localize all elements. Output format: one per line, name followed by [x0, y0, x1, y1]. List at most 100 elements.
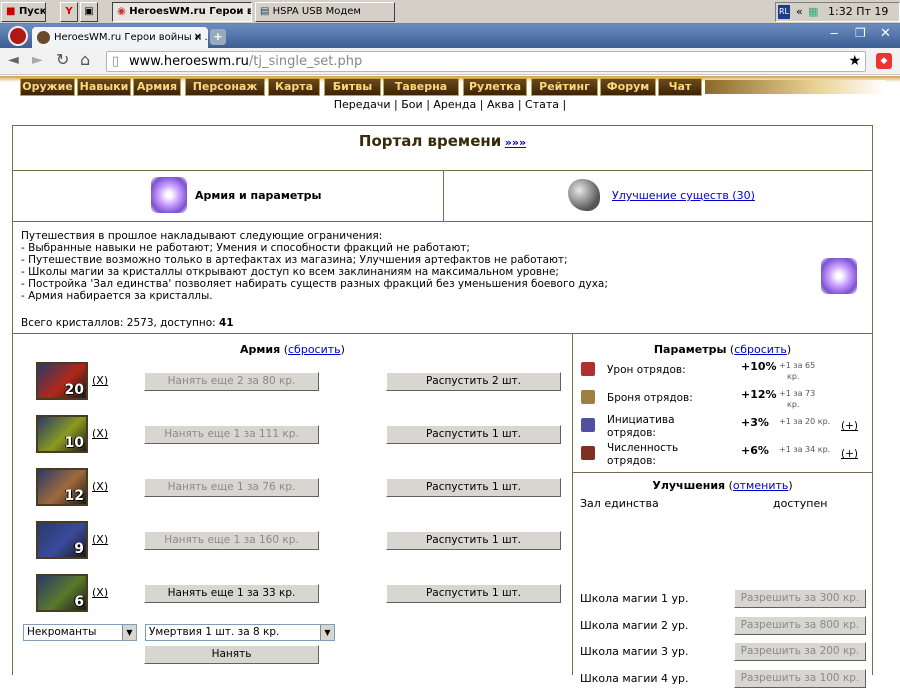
system-tray: RL « ▦ 1:32 Пт 19 — [775, 2, 900, 22]
tab-upgrade-creatures[interactable]: Улучшение существ (30) — [443, 170, 873, 222]
dismiss-button[interactable]: Распустить 1 шт. — [386, 425, 561, 444]
hire-more-button[interactable]: Нанять еще 1 за 76 кр. — [144, 478, 319, 497]
menu-item-9[interactable]: Форум — [600, 78, 656, 96]
creature-select[interactable]: Умертвия 1 шт. за 8 кр. ▼ — [145, 624, 335, 641]
dismiss-button[interactable]: Распустить 1 шт. — [386, 584, 561, 603]
dismiss-button[interactable]: Распустить 1 шт. — [386, 478, 561, 497]
allow-school-button[interactable]: Разрешить за 300 кр. — [734, 589, 866, 608]
extension-icon[interactable]: ◆ — [876, 53, 892, 69]
restriction-line: - Путешествие возможно только в артефакт… — [21, 254, 568, 266]
school-label: Школа магии 4 ур. — [580, 671, 689, 685]
upgrades-cancel-link[interactable]: отменить — [733, 479, 788, 492]
restore-window-icon[interactable]: ❐ — [855, 26, 866, 40]
hire-more-button[interactable]: Нанять еще 2 за 80 кр. — [144, 372, 319, 391]
remove-unit-link[interactable]: (X) — [92, 586, 108, 599]
tab-army-params[interactable]: Армия и параметры — [12, 170, 444, 222]
param-cost-line: кр. — [787, 372, 800, 381]
unit-portrait[interactable]: 6 — [36, 574, 88, 612]
hall-status: доступен — [773, 497, 828, 510]
param-value: +6% — [741, 444, 769, 457]
crystals-total: Всего кристаллов: 2573, доступно: 41 — [21, 317, 234, 329]
param-cost-line: +1 за 34 кр. — [779, 445, 831, 454]
forward-icon[interactable]: ► — [32, 52, 43, 68]
home-icon[interactable]: ⌂ — [80, 50, 90, 69]
tab-heroeswm[interactable]: HeroesWM.ru Герои войны и ... ✕ — [32, 27, 208, 48]
browser-icon: ◉ — [117, 6, 126, 17]
menu-item-3[interactable]: Персонаж — [185, 78, 265, 96]
menu-item-0[interactable]: Оружие — [20, 78, 75, 96]
bookmark-star-icon[interactable]: ★ — [848, 52, 861, 71]
new-tab-button[interactable]: + — [210, 29, 226, 45]
reload-icon[interactable]: ↻ — [56, 50, 69, 69]
language-indicator[interactable]: RL — [778, 5, 791, 19]
menu-item-8[interactable]: Рейтинг — [531, 78, 598, 96]
submenu-separator: | — [390, 98, 402, 111]
menu-item-1[interactable]: Навыки — [77, 78, 131, 96]
hire-more-button[interactable]: Нанять еще 1 за 33 кр. — [144, 584, 319, 603]
remove-unit-link[interactable]: (X) — [92, 480, 108, 493]
param-increase-link[interactable]: (+) — [841, 420, 858, 433]
browser-logo-icon[interactable] — [8, 26, 28, 46]
param-increase-link[interactable]: (+) — [841, 448, 858, 461]
params-panel: Параметры (сбросить) Урон отрядов: +10% +1… — [572, 333, 873, 473]
submenu-link-4[interactable]: Стата — [525, 98, 559, 111]
close-window-icon[interactable]: ✕ — [880, 26, 891, 41]
remove-unit-link[interactable]: (X) — [92, 427, 108, 440]
unit-portrait[interactable]: 12 — [36, 468, 88, 506]
back-icon[interactable]: ◄ — [8, 52, 19, 68]
faction-select[interactable]: Некроманты ▼ — [23, 624, 137, 641]
taskbar-item-modem[interactable]: ▤ HSPA USB Модем — [255, 2, 395, 22]
submenu-link-2[interactable]: Аренда — [433, 98, 476, 111]
allow-school-button[interactable]: Разрешить за 200 кр. — [734, 642, 866, 661]
unit-portrait[interactable]: 10 — [36, 415, 88, 453]
unit-count: 12 — [64, 488, 84, 504]
remove-unit-link[interactable]: (X) — [92, 374, 108, 387]
param-label-line: отрядов: — [607, 455, 656, 467]
submenu-link-1[interactable]: Бои — [401, 98, 422, 111]
hire-button[interactable]: Нанять — [144, 645, 319, 664]
param-cost: +1 за 65 кр. — [779, 360, 815, 382]
param-label-line: Инициатива — [607, 414, 675, 426]
param-cost-line: +1 за 20 кр. — [779, 417, 831, 426]
initiative-icon — [581, 418, 595, 432]
crystal-icon — [151, 177, 187, 213]
dismiss-button[interactable]: Распустить 2 шт. — [386, 372, 561, 391]
tab-upgrade-link[interactable]: Улучшение существ (30) — [612, 189, 755, 202]
url-input[interactable]: ▯ www.heroeswm.ru/tj_single_set.php ★ — [106, 51, 866, 72]
params-reset-link[interactable]: сбросить — [734, 343, 787, 356]
menu-item-4[interactable]: Карта — [268, 78, 320, 96]
network-icon: ▦ — [808, 5, 819, 18]
hire-more-button[interactable]: Нанять еще 1 за 111 кр. — [144, 425, 319, 444]
allow-school-button[interactable]: Разрешить за 800 кр. — [734, 615, 866, 635]
menu-item-5[interactable]: Битвы — [324, 78, 381, 96]
upgrades-panel: Улучшения (отменить) Зал единства доступ… — [572, 472, 873, 688]
menu-item-10[interactable]: Чат — [658, 78, 702, 96]
unit-portrait[interactable]: 20 — [36, 362, 88, 400]
rock-icon — [568, 179, 600, 211]
portal-arrows-link[interactable]: »»» — [505, 136, 526, 149]
allow-school-button[interactable]: Разрешить за 100 кр. — [734, 668, 866, 688]
upgrades-header: Улучшения (отменить) — [652, 479, 793, 492]
close-tab-icon[interactable]: ✕ — [194, 27, 202, 48]
school-label: Школа магии 3 ур. — [580, 645, 689, 658]
hire-more-button[interactable]: Нанять еще 1 за 160 кр. — [144, 531, 319, 550]
minimize-window-icon[interactable]: ‒ — [830, 26, 838, 41]
taskbar-item-browser[interactable]: ◉ HeroesWM.ru Герои в... — [112, 2, 252, 22]
submenu-link-3[interactable]: Аква — [487, 98, 514, 111]
army-reset-link[interactable]: сбросить — [288, 343, 341, 356]
dismiss-button[interactable]: Распустить 1 шт. — [386, 531, 561, 550]
param-value: +10% — [741, 360, 777, 373]
desktop-quicklaunch-icon[interactable]: ▣ — [80, 2, 98, 22]
submenu-link-0[interactable]: Передачи — [334, 98, 391, 111]
menu-item-7[interactable]: Рулетка — [463, 78, 527, 96]
params-header: Параметры (сбросить) — [653, 343, 792, 356]
tray-expand-icon[interactable]: « — [796, 3, 803, 21]
param-label-line: отрядов: — [607, 427, 656, 439]
menu-item-6[interactable]: Таверна — [383, 78, 459, 96]
start-button[interactable]: ■ Пуск — [1, 2, 46, 22]
remove-unit-link[interactable]: (X) — [92, 533, 108, 546]
yandex-quicklaunch-icon[interactable]: Y — [60, 2, 78, 22]
menu-item-2[interactable]: Армия — [133, 78, 181, 96]
address-toolbar: ◄ ► ↻ ⌂ ▯ www.heroeswm.ru/tj_single_set.… — [0, 48, 900, 75]
unit-portrait[interactable]: 9 — [36, 521, 88, 559]
